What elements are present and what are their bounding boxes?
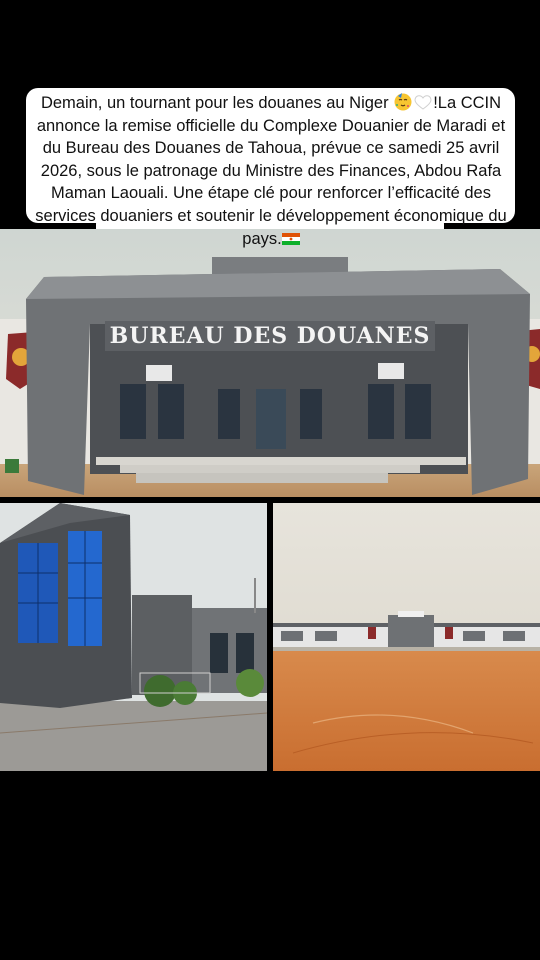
- caption-text-start: Demain, un tournant pour les douanes au …: [40, 94, 389, 112]
- complex-yard-photo: [273, 503, 540, 771]
- photo-glass-building: [0, 503, 267, 771]
- caption-text-rest: !La CCIN annonce la remise officielle du…: [35, 94, 507, 248]
- white-heart-emoji-icon: [414, 95, 432, 110]
- sign-text: BUREAU DES DOUANES: [110, 323, 431, 349]
- customs-office-photo: BUREAU DES DOUANES: [0, 229, 540, 497]
- glass-building-photo: [0, 503, 267, 771]
- photo-complex-yard: [273, 503, 540, 771]
- photo-bureau-des-douanes: BUREAU DES DOUANES: [0, 229, 540, 497]
- post-caption: Demain, un tournant pour les douanes au …: [30, 92, 512, 250]
- niger-flag-icon: [281, 232, 300, 245]
- partying-face-emoji-icon: [394, 93, 412, 111]
